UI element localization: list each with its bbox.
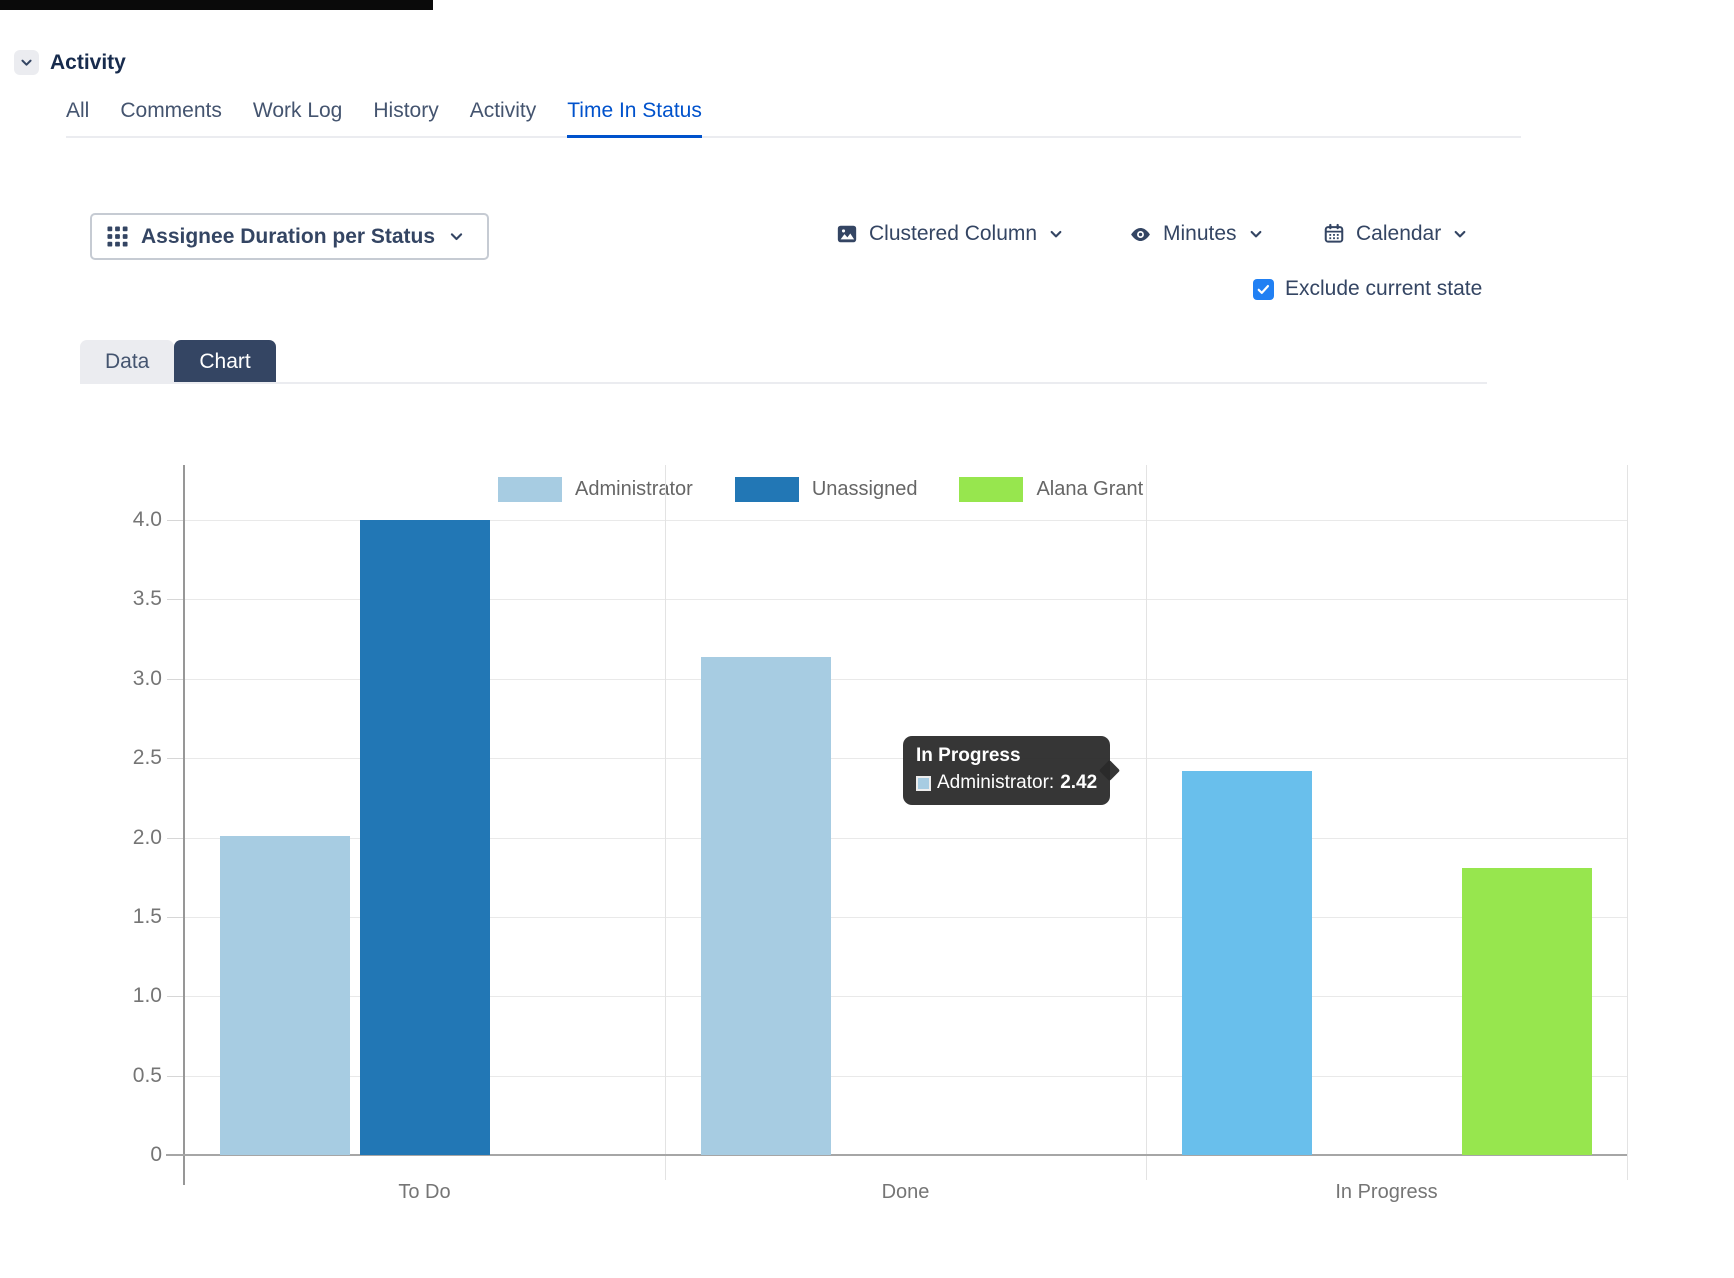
category-separator [665,465,666,1180]
y-axis-tick [167,838,184,839]
x-axis-label: To Do [184,1181,665,1204]
calendar-mode-label: Calendar [1356,222,1441,246]
chevron-down-icon [19,55,34,70]
legend-label: Alana Grant [1036,478,1143,501]
y-axis-tick [167,1076,184,1077]
tooltip-swatch [916,776,931,791]
tab-work-log[interactable]: Work Log [253,99,343,136]
report-selector-dropdown[interactable]: Assignee Duration per Status [90,213,489,260]
tooltip-value: 2.42 [1060,772,1097,794]
y-axis-label: 4.0 [104,508,162,532]
y-axis-tick [167,917,184,918]
view-tabs-divider [80,382,1487,384]
chevron-down-icon [1452,226,1468,242]
report-selector-label: Assignee Duration per Status [141,225,435,249]
chart-area: Administrator Unassigned Alana Grant 0 0.5 1… [0,425,1734,1225]
legend-swatch [735,477,799,502]
y-axis-label: 1.0 [104,984,162,1008]
y-axis-label: 0 [104,1143,162,1167]
chevron-down-icon [1248,226,1264,242]
top-strip [0,0,433,10]
tab-data[interactable]: Data [80,340,174,384]
legend-swatch [498,477,562,502]
tooltip-row: Administrator: 2.42 [916,772,1097,794]
legend-swatch [959,477,1023,502]
y-axis-label: 1.5 [104,905,162,929]
check-icon [1256,282,1271,297]
chart-type-dropdown[interactable]: Clustered Column [836,222,1064,246]
legend-item-unassigned[interactable]: Unassigned [735,477,918,502]
eye-icon [1129,223,1152,246]
y-axis-tick [167,679,184,680]
calendar-mode-dropdown[interactable]: Calendar [1323,222,1468,246]
grid-icon [107,226,128,247]
image-icon [836,223,858,245]
bar-administrator-to-do[interactable] [220,836,350,1155]
category-separator [1146,465,1147,1180]
legend-item-alana-grant[interactable]: Alana Grant [959,477,1143,502]
tab-comments[interactable]: Comments [120,99,222,136]
legend-label: Administrator [575,478,693,501]
bar-alana-grant-in-progress[interactable] [1462,868,1592,1155]
y-axis-label: 2.0 [104,826,162,850]
x-axis-label: Done [665,1181,1146,1204]
category-separator [1627,465,1628,1180]
y-axis-tick [167,599,184,600]
y-axis-label: 3.5 [104,587,162,611]
tab-all[interactable]: All [66,99,89,136]
time-unit-label: Minutes [1163,222,1237,246]
legend-label: Unassigned [812,478,918,501]
time-unit-dropdown[interactable]: Minutes [1129,222,1264,246]
tab-chart[interactable]: Chart [174,340,275,384]
exclude-current-state-option: Exclude current state [1253,277,1482,301]
activity-section-header: Activity [14,50,126,75]
chart-legend: Administrator Unassigned Alana Grant [498,477,1143,502]
activity-tabs: All Comments Work Log History Activity T… [66,99,1521,138]
tab-activity[interactable]: Activity [470,99,537,136]
view-tabs: Data Chart [80,340,276,384]
y-axis-label: 2.5 [104,746,162,770]
y-axis-label: 0.5 [104,1064,162,1088]
chart-type-label: Clustered Column [869,222,1037,246]
tooltip-arrow [1099,760,1120,781]
collapse-activity-button[interactable] [14,50,39,75]
chevron-down-icon [1048,226,1064,242]
exclude-current-state-label: Exclude current state [1285,277,1482,301]
bar-administrator-done[interactable] [701,657,831,1155]
calendar-icon [1323,223,1345,245]
tooltip-title: In Progress [916,745,1097,767]
exclude-current-state-checkbox[interactable] [1253,279,1274,300]
y-axis-tick [167,996,184,997]
y-axis-line [183,465,185,1185]
legend-item-administrator[interactable]: Administrator [498,477,693,502]
y-axis-tick [167,520,184,521]
section-title: Activity [50,51,126,75]
chevron-down-icon [448,228,465,245]
y-axis-tick [167,758,184,759]
bar-unassigned-to-do[interactable] [360,520,490,1155]
x-axis-label: In Progress [1146,1181,1627,1204]
y-axis-label: 3.0 [104,667,162,691]
tab-history[interactable]: History [373,99,438,136]
tab-time-in-status[interactable]: Time In Status [567,99,702,136]
tooltip-series-label: Administrator: [937,772,1054,794]
bar-administrator-in-progress[interactable] [1182,771,1312,1155]
chart-tooltip: In Progress Administrator: 2.42 [903,736,1110,805]
